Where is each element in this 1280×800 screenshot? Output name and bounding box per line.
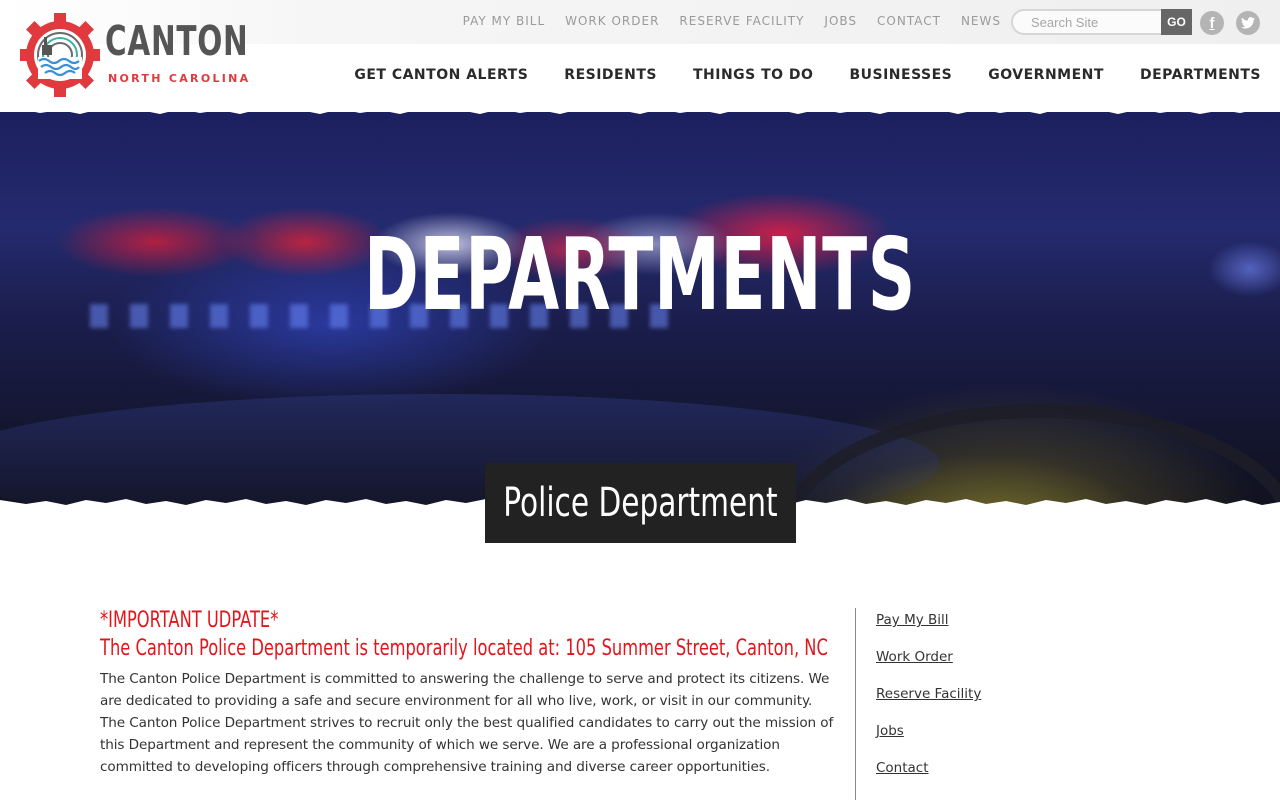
sidebar-link-reserve-facility[interactable]: Reserve Facility [876,682,1155,719]
sidebar-link-jobs[interactable]: Jobs [876,719,1155,756]
search-input[interactable] [1011,9,1181,35]
site-search: GO [1011,9,1192,35]
department-description: The Canton Police Department is committe… [100,671,834,775]
utility-nav: PAY MY BILL WORK ORDER RESERVE FACILITY … [463,14,1001,28]
utility-link-news[interactable]: NEWS [961,14,1001,28]
nav-residents[interactable]: RESIDENTS [564,67,657,83]
utility-link-pay-my-bill[interactable]: PAY MY BILL [463,14,546,28]
section-title-tab: Police Department [485,463,796,543]
logo-subtitle: NORTH CAROLINA [108,72,251,85]
canton-logo[interactable]: CANTON NORTH CAROLINA [20,13,260,97]
gear-logo-icon [20,13,100,97]
temporary-location-notice: The Canton Police Department is temporar… [100,636,828,661]
sidebar-quick-links: Pay My Bill Work Order Reserve Facility … [855,608,1155,800]
facebook-icon[interactable]: f [1200,11,1224,35]
twitter-icon[interactable] [1236,11,1260,35]
sidebar-link-pay-my-bill[interactable]: Pay My Bill [876,608,1155,645]
main-nav: GET CANTON ALERTS RESIDENTS THINGS TO DO… [354,67,1261,83]
twitter-bird-glyph [1241,17,1255,29]
main-content: *IMPORTANT UDPATE* The Canton Police Dep… [100,607,840,778]
utility-link-reserve-facility[interactable]: RESERVE FACILITY [679,14,804,28]
sidebar-link-contact[interactable]: Contact [876,756,1155,793]
nav-departments[interactable]: DEPARTMENTS [1140,67,1261,83]
nav-get-canton-alerts[interactable]: GET CANTON ALERTS [354,67,528,83]
site-header: PAY MY BILL WORK ORDER RESERVE FACILITY … [0,0,1280,112]
nav-government[interactable]: GOVERNMENT [988,67,1104,83]
nav-businesses[interactable]: BUSINESSES [849,67,952,83]
important-update-heading: *IMPORTANT UDPATE* [100,608,279,633]
sidebar-link-work-order[interactable]: Work Order [876,645,1155,682]
nav-things-to-do[interactable]: THINGS TO DO [693,67,814,83]
hero-title: DEPARTMENTS [364,216,916,333]
logo-wordmark: CANTON [105,17,249,65]
search-go-button[interactable]: GO [1161,9,1192,35]
section-title: Police Department [503,480,778,526]
utility-link-work-order[interactable]: WORK ORDER [565,14,659,28]
utility-link-jobs[interactable]: JOBS [824,14,857,28]
utility-link-contact[interactable]: CONTACT [877,14,941,28]
